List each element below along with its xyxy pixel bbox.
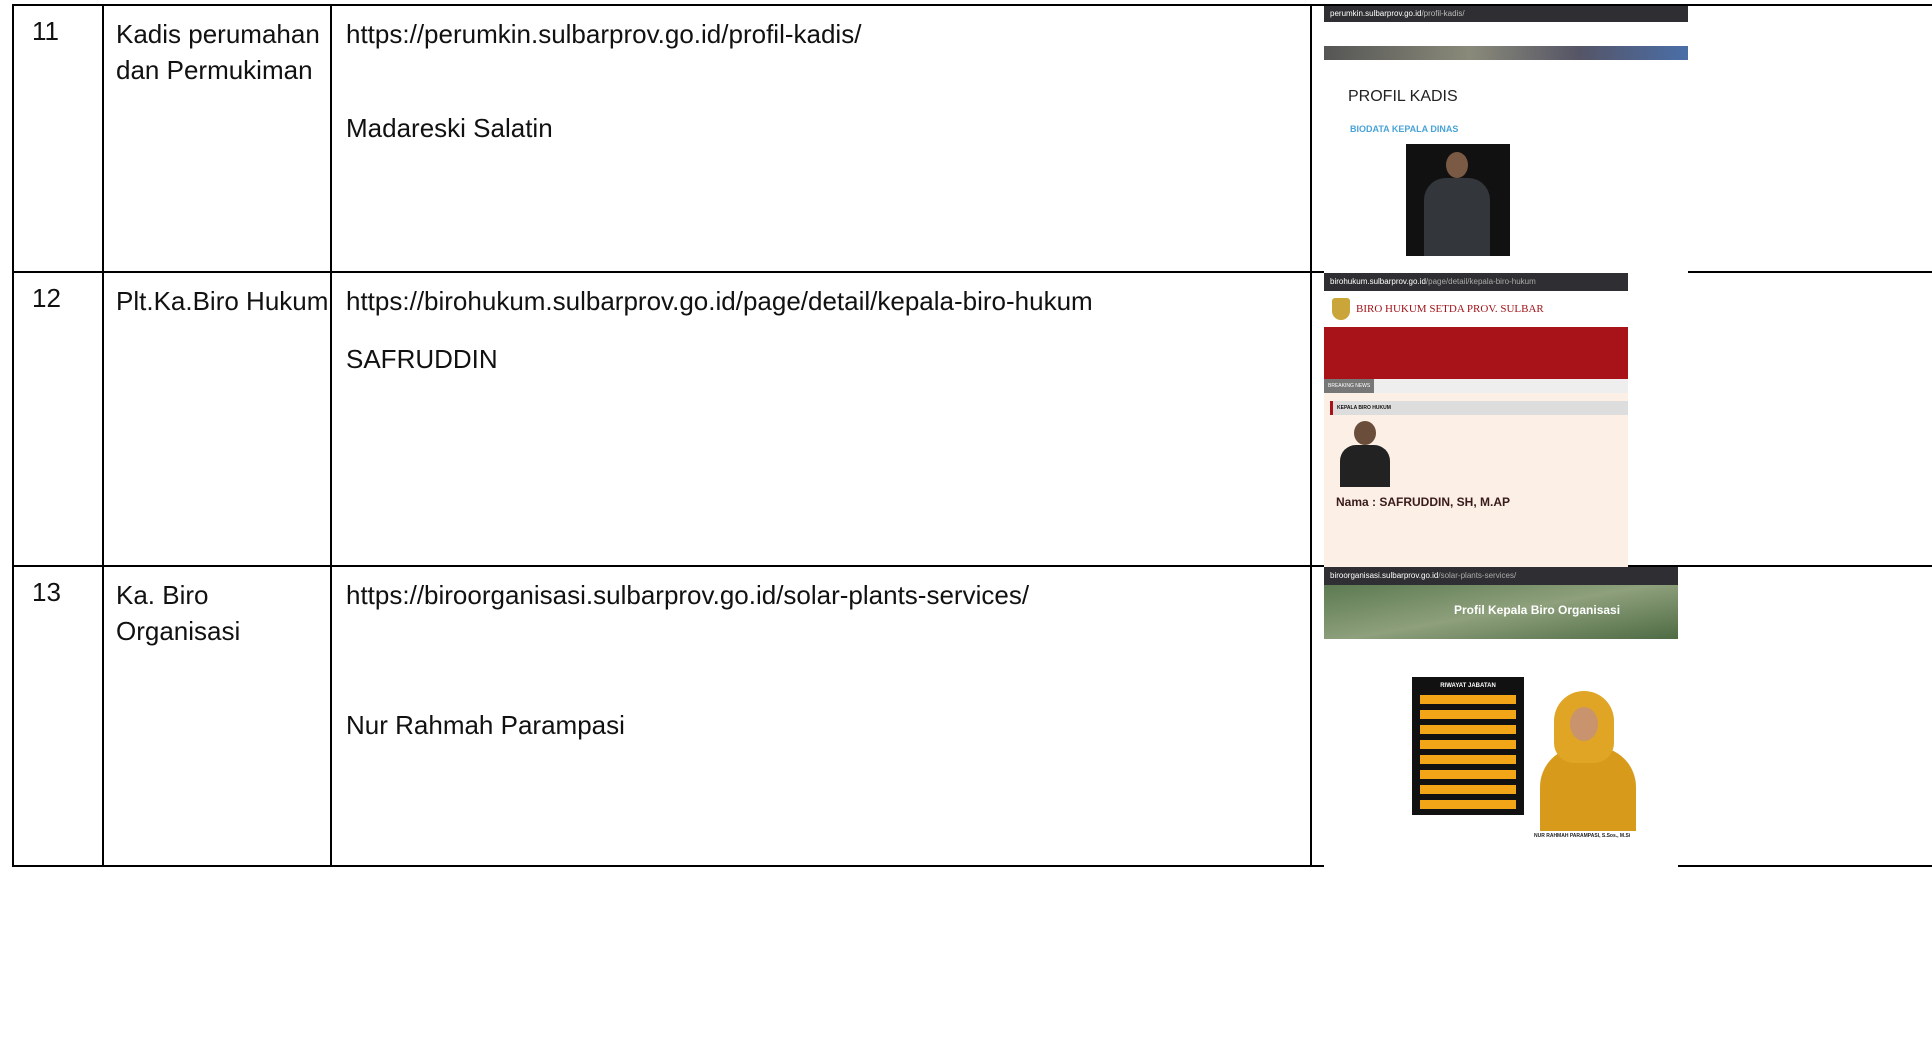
address-bar: perumkin.sulbarprov.go.id/profil-kadis/ xyxy=(1324,6,1688,22)
row-number: 12 xyxy=(12,271,104,567)
person-name: Madareski Salatin xyxy=(346,113,553,143)
document-table: 11 Kadis perumahan dan Permukiman https:… xyxy=(12,4,1932,919)
site-nav xyxy=(1324,22,1688,46)
page-heading: PROFIL KADIS xyxy=(1348,88,1458,105)
hero-banner: Profil Kepala Biro Organisasi xyxy=(1324,585,1678,639)
hero-title: Profil Kepala Biro Organisasi xyxy=(1454,603,1621,617)
history-box: RIWAYAT JABATAN xyxy=(1412,677,1524,815)
photo-caption: NUR RAHMAH PARAMPASI, S.Sos., M.Si xyxy=(1534,833,1631,839)
screenshot-cell: birohukum.sulbarprov.go.id/page/detail/k… xyxy=(1310,271,1932,635)
table-row: 13 Ka. Biro Organisasi https://biroorgan… xyxy=(12,565,1932,919)
row-number: 11 xyxy=(12,4,104,273)
position-title: Ka. Biro Organisasi xyxy=(102,565,332,867)
info-cell: https://birohukum.sulbarprov.go.id/page/… xyxy=(330,271,1312,567)
profile-url: https://biroorganisasi.sulbarprov.go.id/… xyxy=(346,580,1030,610)
position-title: Plt.Ka.Biro Hukum xyxy=(102,271,332,567)
portrait-photo xyxy=(1406,144,1510,256)
section-title: KEPALA BIRO HUKUM xyxy=(1330,401,1628,415)
page-subheading: BIODATA KEPALA DINAS xyxy=(1350,124,1459,134)
address-bar: biroorganisasi.sulbarprov.go.id/solar-pl… xyxy=(1324,567,1678,585)
row-number: 13 xyxy=(12,565,104,867)
site-banner xyxy=(1324,46,1688,60)
address-bar: birohukum.sulbarprov.go.id/page/detail/k… xyxy=(1324,273,1628,291)
site-menu xyxy=(1324,327,1628,379)
info-cell: https://perumkin.sulbarprov.go.id/profil… xyxy=(330,4,1312,273)
box-title: RIWAYAT JABATAN xyxy=(1440,683,1496,689)
site-header: BIRO HUKUM SETDA PROV. SULBAR xyxy=(1324,291,1628,327)
website-screenshot: biroorganisasi.sulbarprov.go.id/solar-pl… xyxy=(1324,567,1678,919)
site-logo-text: BIRO HUKUM SETDA PROV. SULBAR xyxy=(1356,303,1544,315)
table-row: 12 Plt.Ka.Biro Hukum https://birohukum.s… xyxy=(12,271,1932,635)
position-title: Kadis perumahan dan Permukiman xyxy=(102,4,332,273)
screenshot-cell: perumkin.sulbarprov.go.id/profil-kadis/ … xyxy=(1310,4,1932,328)
info-cell: https://biroorganisasi.sulbarprov.go.id/… xyxy=(330,565,1312,867)
person-name: Nur Rahmah Parampasi xyxy=(346,710,625,740)
name-line: Nama : SAFRUDDIN, SH, M.AP xyxy=(1336,495,1511,509)
portrait-photo xyxy=(1336,421,1392,487)
person-name: SAFRUDDIN xyxy=(346,344,498,374)
profile-url: https://birohukum.sulbarprov.go.id/page/… xyxy=(346,286,1093,316)
profile-url: https://perumkin.sulbarprov.go.id/profil… xyxy=(346,19,862,49)
emblem-icon xyxy=(1332,298,1350,320)
screenshot-cell: biroorganisasi.sulbarprov.go.id/solar-pl… xyxy=(1310,565,1932,919)
portrait-photo xyxy=(1540,691,1636,831)
news-ticker: BREAKING NEWS xyxy=(1324,379,1628,393)
table-row: 11 Kadis perumahan dan Permukiman https:… xyxy=(12,4,1932,328)
